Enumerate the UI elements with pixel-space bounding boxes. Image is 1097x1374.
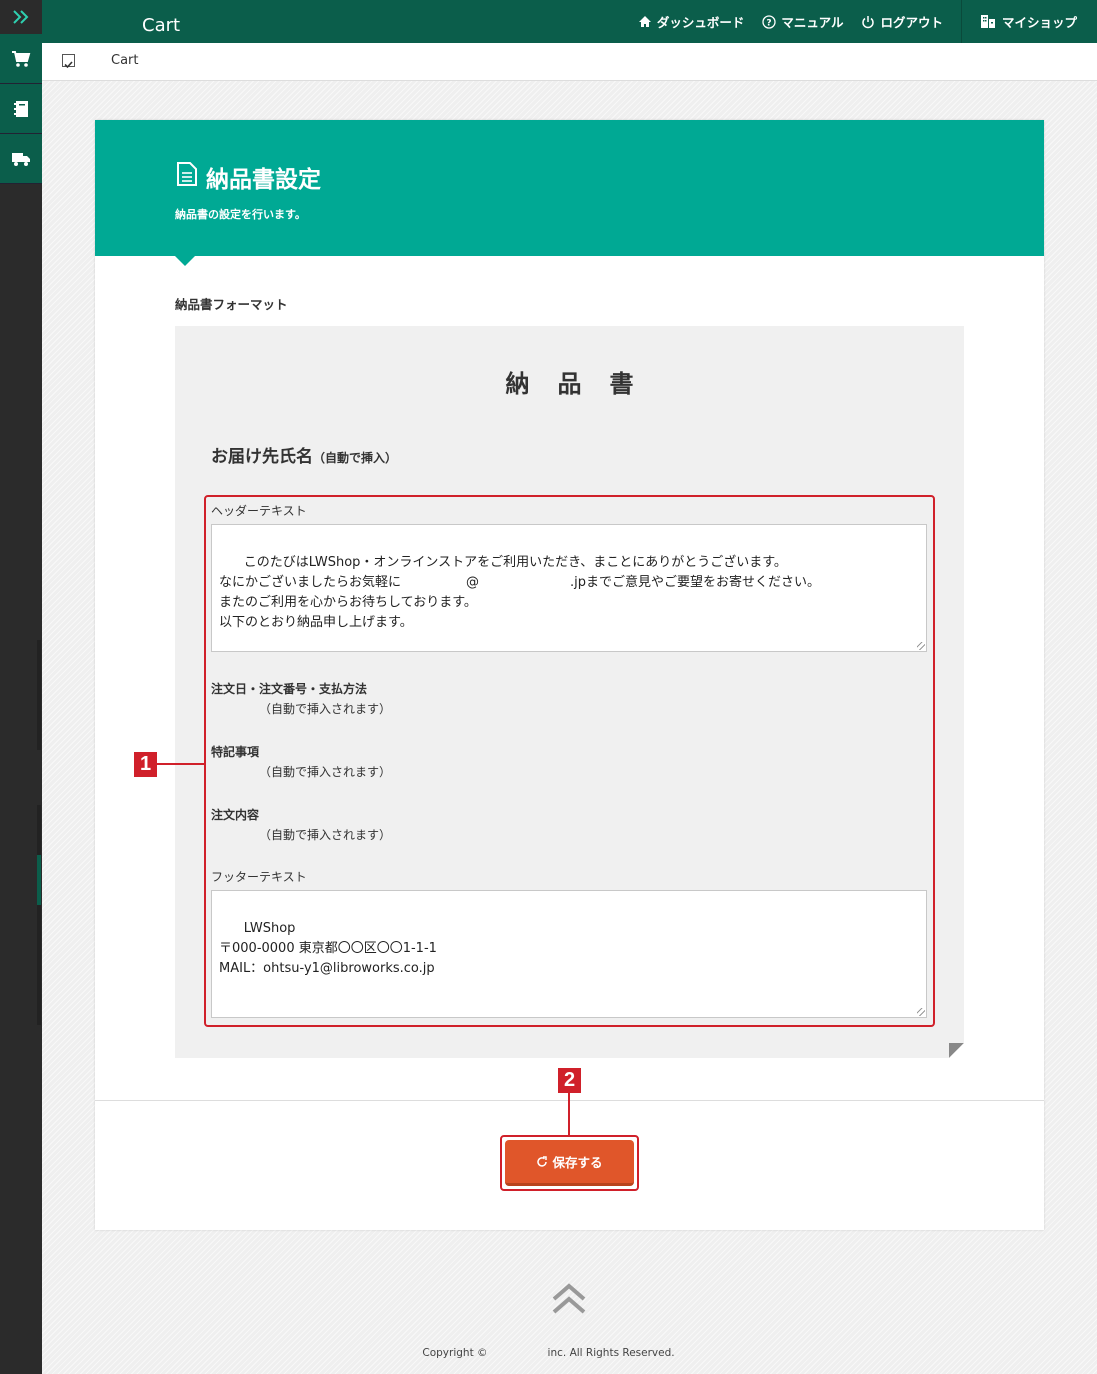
dashboard-link[interactable]: ダッシュボード: [638, 12, 745, 31]
checkbox-icon[interactable]: [62, 54, 75, 69]
resize-handle[interactable]: [917, 642, 925, 650]
remarks-title: 特記事項: [211, 745, 260, 759]
section-label: 納品書フォーマット: [175, 297, 288, 312]
cart-icon: [12, 50, 31, 67]
breadcrumb-label[interactable]: Cart: [111, 53, 139, 68]
callout-line-2: [568, 1093, 570, 1135]
recipient-name: お届け先氏名（自動で挿入）: [211, 442, 397, 467]
header-text-value: このたびはLWShop・オンラインストアをご利用いただき、まことにありがとうござ…: [219, 555, 820, 630]
double-chevron-right-icon: [13, 9, 29, 24]
recipient-label: お届け先氏名: [211, 447, 313, 467]
footer-text-value: LWShop 〒000-0000 東京都〇〇区〇〇1-1-1 MAIL：ohts…: [219, 921, 437, 976]
header-text-label: ヘッダーテキスト: [211, 504, 307, 518]
header-caret: [175, 256, 195, 266]
resize-handle[interactable]: [917, 1008, 925, 1016]
sidebar-item-cart[interactable]: [0, 34, 42, 84]
home-icon: [638, 16, 651, 27]
footer-text-input[interactable]: LWShop 〒000-0000 東京都〇〇区〇〇1-1-1 MAIL：ohts…: [211, 890, 927, 1018]
header-text-input[interactable]: このたびはLWShop・オンラインストアをご利用いただき、まことにありがとうござ…: [211, 524, 927, 652]
dashboard-label: ダッシュボード: [656, 15, 745, 30]
format-preview: 納品書 お届け先氏名（自動で挿入） ヘッダーテキスト このたびはLWShop・オ…: [175, 326, 964, 1058]
logout-label: ログアウト: [880, 15, 943, 30]
sidebar-scroll-track: [37, 805, 41, 855]
contents-title: 注文内容: [211, 808, 260, 822]
remarks-note: （自動で挿入されます）: [259, 765, 392, 779]
refresh-icon: [537, 1155, 548, 1167]
contents-note: （自動で挿入されます）: [259, 828, 392, 842]
callout-line-1: [157, 763, 204, 765]
manual-link[interactable]: ? マニュアル: [762, 12, 843, 31]
order-info-note: （自動で挿入されます）: [259, 702, 392, 716]
document-title: 納品書: [505, 370, 662, 398]
sidebar-item-notebook[interactable]: [0, 84, 42, 134]
sidebar-toggle[interactable]: [0, 0, 42, 33]
order-info-title: 注文日・注文番号・支払方法: [211, 682, 368, 696]
manual-label: マニュアル: [781, 15, 844, 30]
app-title: Cart: [142, 15, 181, 36]
callout-badge-1: 1: [134, 752, 157, 777]
power-icon: [862, 15, 875, 28]
notebook-icon: [14, 100, 28, 117]
page-fold-corner: [949, 1043, 964, 1058]
svg-text:?: ?: [767, 18, 772, 28]
breadcrumb: Cart: [42, 43, 1097, 81]
back-to-top-icon[interactable]: [551, 1283, 587, 1315]
save-button[interactable]: 保存する: [505, 1140, 634, 1186]
top-nav: ダッシュボード ? マニュアル ログアウト マイショップ: [638, 0, 1097, 43]
sidebar-item-delivery[interactable]: [0, 134, 42, 184]
logout-link[interactable]: ログアウト: [861, 12, 943, 31]
recipient-note: （自動で挿入）: [313, 451, 398, 465]
copyright-right: inc. All Rights Reserved.: [547, 1347, 675, 1359]
building-icon: [980, 15, 995, 28]
settings-panel: 納品書設定 納品書の設定を行います。 納品書フォーマット 納品書 お届け先氏名（…: [95, 120, 1044, 1230]
footer-text-label: フッターテキスト: [211, 870, 307, 884]
sidebar-scroll-track: [37, 640, 41, 750]
save-button-label: 保存する: [552, 1155, 603, 1170]
page-subtitle: 納品書の設定を行います。: [175, 208, 306, 221]
truck-icon: [12, 152, 30, 166]
document-icon: [177, 162, 197, 186]
top-bar: Cart ダッシュボード ? マニュアル ログアウト マイショップ: [42, 0, 1097, 43]
panel-header: 納品書設定 納品書の設定を行います。: [95, 120, 1044, 256]
callout-badge-2: 2: [558, 1068, 581, 1093]
copyright: Copyright © inc. All Rights Reserved.: [0, 1347, 1097, 1359]
copyright-left: Copyright ©: [422, 1347, 488, 1359]
sidebar-scroll-thumb[interactable]: [37, 855, 41, 905]
sidebar-scroll-track: [37, 905, 41, 1025]
sidebar: [0, 0, 42, 1374]
myshop-label: マイショップ: [1001, 15, 1077, 30]
page-title: 納品書設定: [206, 167, 321, 193]
help-circle-icon: ?: [762, 14, 776, 29]
myshop-link[interactable]: マイショップ: [960, 0, 1097, 43]
